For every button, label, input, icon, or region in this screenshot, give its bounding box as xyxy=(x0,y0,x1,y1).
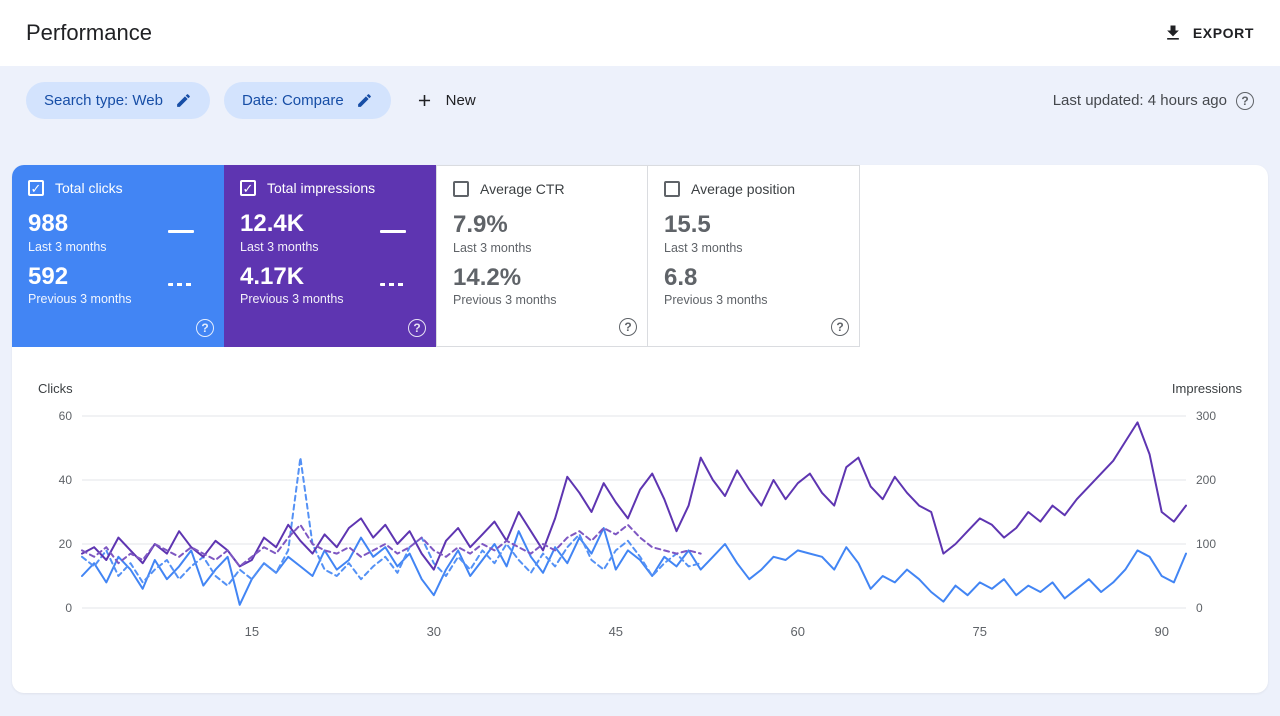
solid-line-indicator xyxy=(168,230,194,233)
svg-text:0: 0 xyxy=(1196,601,1203,615)
pencil-icon xyxy=(175,92,192,109)
chip-search-type[interactable]: Search type: Web xyxy=(26,82,210,119)
tile-label: Total impressions xyxy=(267,180,375,196)
primary-caption: Last 3 months xyxy=(240,240,319,254)
tile-label: Average position xyxy=(691,181,795,197)
download-icon xyxy=(1163,23,1183,43)
svg-text:200: 200 xyxy=(1196,473,1216,487)
secondary-caption: Previous 3 months xyxy=(453,293,557,307)
new-filter-label: New xyxy=(446,92,476,109)
help-icon[interactable]: ? xyxy=(1236,92,1254,110)
clicks-axis-title: Clicks xyxy=(38,381,73,396)
last-updated: Last updated: 4 hours ago ? xyxy=(1053,92,1254,110)
svg-text:20: 20 xyxy=(59,537,73,551)
svg-text:30: 30 xyxy=(427,624,441,639)
metric-tile-average-position[interactable]: Average position 15.5 Last 3 months 6.8 … xyxy=(648,165,860,347)
svg-text:100: 100 xyxy=(1196,537,1216,551)
primary-value: 12.4K xyxy=(240,210,319,238)
chip-search-type-label: Search type: Web xyxy=(44,92,163,109)
plus-icon xyxy=(415,91,434,110)
checkbox-total-impressions[interactable] xyxy=(240,180,256,196)
dashed-line-indicator xyxy=(168,283,194,286)
metric-tile-total-impressions[interactable]: Total impressions 12.4K Last 3 months 4.… xyxy=(224,165,436,347)
secondary-caption: Previous 3 months xyxy=(664,293,768,307)
secondary-value: 4.17K xyxy=(240,263,344,291)
series-clicks-previous xyxy=(82,458,701,586)
checkbox-total-clicks[interactable] xyxy=(28,180,44,196)
export-button[interactable]: EXPORT xyxy=(1163,23,1254,43)
svg-text:300: 300 xyxy=(1196,409,1216,423)
help-icon[interactable]: ? xyxy=(619,318,637,336)
secondary-caption: Previous 3 months xyxy=(28,292,132,306)
secondary-value: 6.8 xyxy=(664,264,768,292)
secondary-value: 14.2% xyxy=(453,264,557,292)
performance-chart: 0 0 20 100 40 200 60 300 15 30 45 60 75 90 xyxy=(36,403,1244,643)
filter-bar: Search type: Web Date: Compare New Last … xyxy=(0,66,1280,119)
app-header: Performance EXPORT xyxy=(0,0,1280,66)
primary-value: 7.9% xyxy=(453,211,532,239)
svg-text:40: 40 xyxy=(59,473,73,487)
primary-caption: Last 3 months xyxy=(453,241,532,255)
help-icon[interactable]: ? xyxy=(831,318,849,336)
primary-value: 15.5 xyxy=(664,211,743,239)
impressions-axis-title: Impressions xyxy=(1172,381,1242,396)
metric-tile-total-clicks[interactable]: Total clicks 988 Last 3 months 592 Previ… xyxy=(12,165,224,347)
svg-text:60: 60 xyxy=(791,624,805,639)
pencil-icon xyxy=(356,92,373,109)
svg-text:0: 0 xyxy=(65,601,72,615)
svg-text:60: 60 xyxy=(59,409,73,423)
svg-text:15: 15 xyxy=(245,624,259,639)
page-title: Performance xyxy=(26,20,152,46)
series-clicks-current xyxy=(82,528,1186,605)
new-filter-button[interactable]: New xyxy=(415,91,476,110)
dashed-line-indicator xyxy=(380,283,406,286)
metric-tile-average-ctr[interactable]: Average CTR 7.9% Last 3 months 14.2% Pre… xyxy=(436,165,648,347)
help-icon[interactable]: ? xyxy=(408,319,426,337)
primary-value: 988 xyxy=(28,210,107,238)
solid-line-indicator xyxy=(380,230,406,233)
help-icon[interactable]: ? xyxy=(196,319,214,337)
metric-tiles: Total clicks 988 Last 3 months 592 Previ… xyxy=(12,165,1268,347)
export-label: EXPORT xyxy=(1193,25,1254,41)
chip-date-compare[interactable]: Date: Compare xyxy=(224,82,391,119)
last-updated-text: Last updated: 4 hours ago xyxy=(1053,92,1227,109)
secondary-caption: Previous 3 months xyxy=(240,292,344,306)
checkbox-average-ctr[interactable] xyxy=(453,181,469,197)
checkbox-average-position[interactable] xyxy=(664,181,680,197)
tile-label: Total clicks xyxy=(55,180,123,196)
tile-label: Average CTR xyxy=(480,181,565,197)
chart-section: Clicks Impressions 0 0 20 100 40 200 60 300 15 30… xyxy=(12,347,1268,643)
chip-date-compare-label: Date: Compare xyxy=(242,92,344,109)
performance-card: Total clicks 988 Last 3 months 592 Previ… xyxy=(12,165,1268,693)
svg-text:75: 75 xyxy=(973,624,987,639)
svg-text:45: 45 xyxy=(609,624,623,639)
secondary-value: 592 xyxy=(28,263,132,291)
primary-caption: Last 3 months xyxy=(28,240,107,254)
primary-caption: Last 3 months xyxy=(664,241,743,255)
svg-text:90: 90 xyxy=(1155,624,1169,639)
